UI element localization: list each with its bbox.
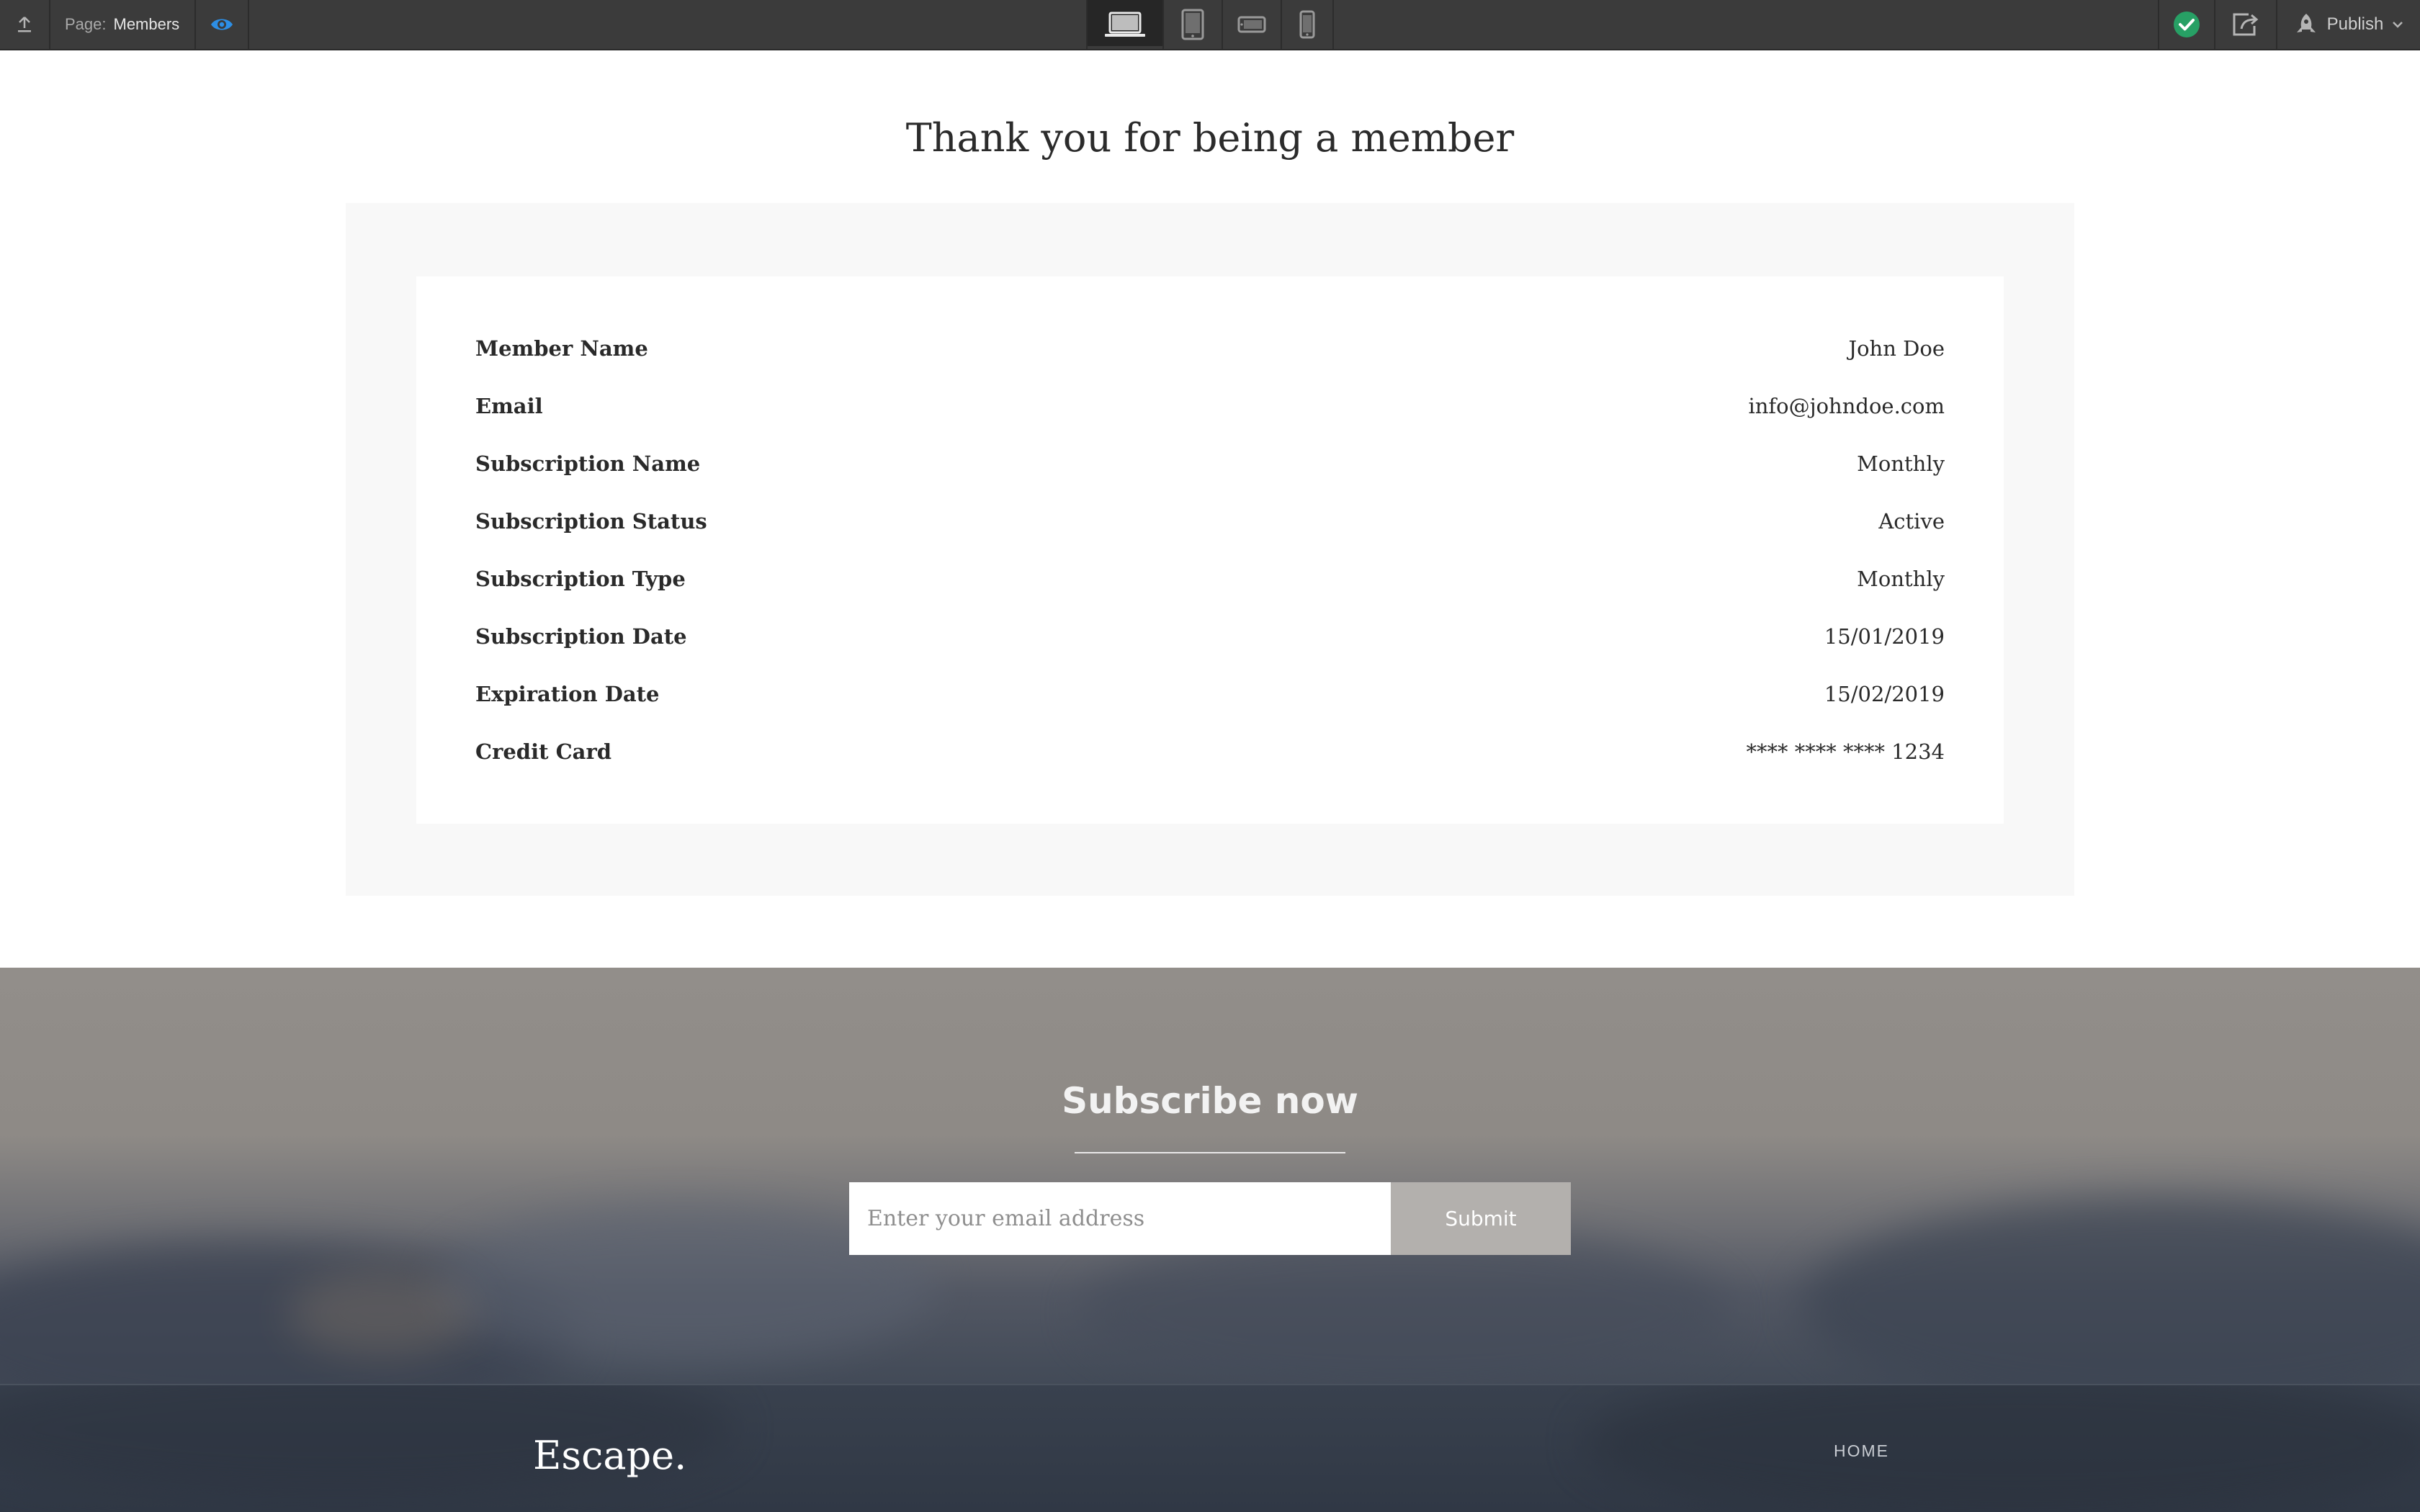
background-image (1801, 1198, 2420, 1385)
page-selector-value: Members (113, 15, 180, 33)
detail-label: Email (475, 394, 543, 418)
save-status-button[interactable] (2159, 0, 2214, 49)
publish-label: Publish (2326, 14, 2384, 34)
background-image (288, 1270, 475, 1356)
detail-row-subscription-name: Subscription Name Monthly (475, 442, 1945, 485)
upload-icon (18, 17, 31, 32)
site-footer: Escape. HOME (0, 1384, 2420, 1512)
rocket-icon (2296, 14, 2316, 32)
detail-value: 15/02/2019 (1824, 682, 1945, 706)
device-landscape-button[interactable] (1223, 0, 1281, 49)
page-title: Thank you for being a member (905, 115, 1515, 161)
chevron-down-icon (2393, 22, 2403, 28)
toolbar-divider (248, 0, 249, 49)
subscribe-title: Subscribe now (1062, 1080, 1358, 1122)
detail-value: Monthly (1857, 567, 1945, 591)
detail-label: Credit Card (475, 739, 612, 764)
device-mobile-button[interactable] (1282, 0, 1332, 49)
detail-row-email: Email info@johndoe.com (475, 384, 1945, 428)
phone-icon (1299, 10, 1315, 39)
check-circle-icon (2174, 12, 2200, 37)
phone-landscape-icon (1237, 16, 1266, 33)
detail-row-expiration-date: Expiration Date 15/02/2019 (475, 672, 1945, 716)
editor-toolbar: Page: Members Publish (0, 0, 2420, 50)
publish-button[interactable]: Publish (2277, 0, 2420, 49)
detail-row-subscription-type: Subscription Type Monthly (475, 557, 1945, 600)
device-desktop-button[interactable] (1088, 0, 1162, 49)
detail-value: info@johndoe.com (1748, 394, 1945, 418)
detail-value: Active (1878, 509, 1945, 534)
detail-label: Subscription Type (475, 567, 686, 591)
subscribe-section: Subscribe now Submit (0, 968, 2420, 1385)
email-input[interactable] (849, 1182, 1391, 1255)
preview-button[interactable] (196, 0, 248, 49)
detail-row-subscription-status: Subscription Status Active (475, 500, 1945, 543)
detail-label: Subscription Name (475, 451, 701, 476)
detail-label: Subscription Date (475, 624, 687, 649)
detail-value: John Doe (1848, 336, 1945, 361)
detail-label: Subscription Status (475, 509, 707, 534)
detail-value: Monthly (1857, 451, 1945, 476)
share-button[interactable] (2215, 0, 2276, 49)
detail-value: **** **** **** 1234 (1746, 739, 1945, 764)
page-selector-label: Page: (65, 15, 107, 33)
toolbar-divider (1332, 0, 1334, 49)
detail-row-subscription-date: Subscription Date 15/01/2019 (475, 615, 1945, 658)
detail-value: 15/01/2019 (1824, 624, 1945, 649)
submit-button[interactable]: Submit (1391, 1182, 1571, 1255)
background-image (1585, 1385, 2420, 1512)
eye-icon (211, 19, 233, 30)
tablet-icon (1181, 9, 1204, 40)
detail-row-member-name: Member Name John Doe (475, 327, 1945, 370)
export-button[interactable] (0, 0, 49, 49)
subscribe-divider (1075, 1152, 1345, 1153)
footer-nav-home[interactable]: HOME (1834, 1441, 1889, 1461)
detail-row-credit-card: Credit Card **** **** **** 1234 (475, 730, 1945, 773)
device-tablet-button[interactable] (1164, 0, 1222, 49)
share-icon (2233, 13, 2259, 36)
page-selector[interactable]: Page: Members (50, 0, 194, 49)
detail-label: Member Name (475, 336, 648, 361)
footer-logo[interactable]: Escape. (533, 1433, 686, 1478)
laptop-icon (1105, 12, 1145, 37)
detail-label: Expiration Date (475, 682, 660, 706)
